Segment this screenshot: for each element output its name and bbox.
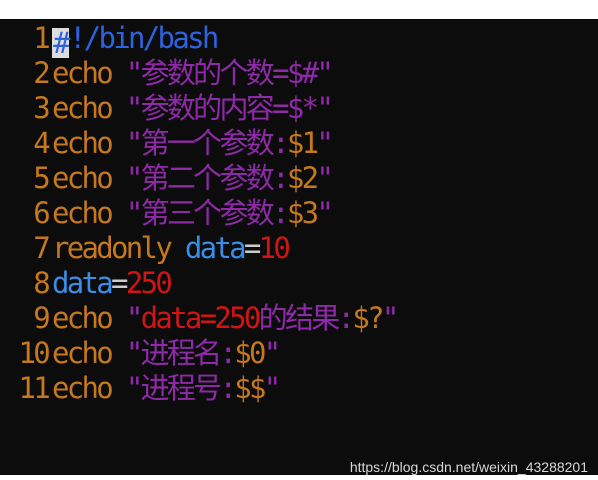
code-token: data xyxy=(184,231,247,265)
code-token: " xyxy=(316,126,333,160)
code-token: = xyxy=(243,231,261,265)
line-number: 3 xyxy=(33,91,50,125)
code-line[interactable]: 8 data=250 xyxy=(0,266,598,301)
code-line[interactable]: 6 echo "第三个参数:$3" xyxy=(0,196,598,231)
code-token: echo xyxy=(52,126,126,160)
code-line[interactable]: 4 echo "第一个参数:$1" xyxy=(0,126,598,161)
watermark-text: https://blog.csdn.net/weixin_43288201 xyxy=(349,459,588,475)
code-token: $3 xyxy=(286,196,319,230)
code-line[interactable]: 9 echo "data=250的结果:$?" xyxy=(0,301,598,336)
code-token: $2 xyxy=(286,161,319,195)
code-token: 的结果: xyxy=(258,301,355,335)
line-number: 7 xyxy=(33,231,50,265)
bottom-margin xyxy=(0,475,598,480)
text-cursor: # xyxy=(52,26,71,60)
code-token: "第三个参数: xyxy=(125,196,290,230)
code-token: "参数的个数=$#" xyxy=(125,56,334,90)
line-number: 6 xyxy=(33,196,50,230)
code-token: echo xyxy=(52,196,126,230)
code-token: " xyxy=(316,196,333,230)
code-token: 10 xyxy=(258,231,291,265)
code-token: "参数的内容=$*" xyxy=(125,91,334,125)
line-number: 2 xyxy=(33,56,50,90)
code-token: 250 xyxy=(125,266,173,300)
line-number: 5 xyxy=(33,161,50,195)
code-token: readonly xyxy=(52,231,185,265)
code-line[interactable]: 2 echo "参数的个数=$#" xyxy=(0,56,598,91)
code-line[interactable]: 10 echo "进程名:$0" xyxy=(0,336,598,371)
code-token: " xyxy=(316,161,333,195)
code-token: "第一个参数: xyxy=(125,126,290,160)
line-number: 10 xyxy=(18,336,50,370)
code-token: !/bin/bash xyxy=(69,21,219,55)
top-margin xyxy=(0,0,598,19)
line-number: 9 xyxy=(33,301,50,335)
code-token: $$ xyxy=(234,371,266,405)
code-token: " xyxy=(381,301,399,335)
code-line[interactable]: 5 echo "第二个参数:$2" xyxy=(0,161,598,196)
code-line[interactable]: 7 readonly data=10 xyxy=(0,231,598,266)
code-line[interactable]: 11 echo "进程号:$$" xyxy=(0,371,598,406)
code-area[interactable]: 1 #!/bin/bash 2 echo "参数的个数=$#" 3 echo "参数的内容… xyxy=(0,21,598,406)
code-token: echo xyxy=(52,371,126,405)
code-token: " xyxy=(263,371,281,405)
line-number: 1 xyxy=(33,21,50,55)
code-token: = xyxy=(111,266,128,300)
terminal-editor[interactable]: 1 #!/bin/bash 2 echo "参数的个数=$#" 3 echo "参数的内容… xyxy=(0,19,598,475)
code-token: echo xyxy=(52,301,126,335)
code-token: "第二个参数: xyxy=(125,161,290,195)
code-token: $0 xyxy=(234,336,266,370)
line-number: 8 xyxy=(33,266,50,300)
code-token: data xyxy=(52,266,114,300)
code-token: $1 xyxy=(286,126,319,160)
code-token: " xyxy=(263,336,281,370)
code-line[interactable]: 1 #!/bin/bash xyxy=(0,21,598,60)
code-token: echo xyxy=(52,161,126,195)
code-token: data=250 xyxy=(140,301,262,335)
code-token: $? xyxy=(352,301,384,335)
code-token: echo xyxy=(52,336,126,370)
code-token: " xyxy=(125,301,143,335)
code-line[interactable]: 3 echo "参数的内容=$*" xyxy=(0,91,598,126)
line-number: 11 xyxy=(18,371,50,405)
code-token: echo xyxy=(52,56,126,90)
code-token: "进程名: xyxy=(125,336,237,370)
line-number: 4 xyxy=(33,126,50,160)
code-token: "进程号: xyxy=(125,371,237,405)
code-token: echo xyxy=(52,91,126,125)
